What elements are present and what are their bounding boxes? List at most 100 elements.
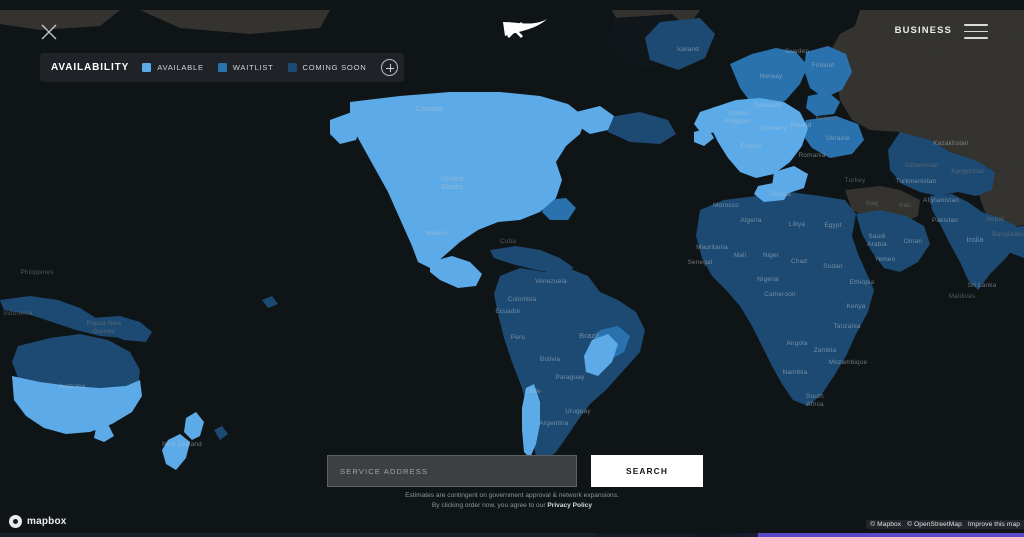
page-scrollbar[interactable]	[0, 533, 1024, 537]
legend-item-coming-soon[interactable]: COMING SOON	[287, 63, 367, 72]
map-label: Sudan	[823, 263, 843, 270]
map-label: Mozambique	[829, 359, 868, 366]
map-label: Ethiopia	[850, 279, 875, 286]
hamburger-menu-icon[interactable]	[964, 24, 988, 40]
map-label: Venezuela	[535, 278, 567, 285]
legend-label-available: AVAILABLE	[157, 63, 204, 72]
map-label: New Zealand	[162, 441, 202, 448]
map-label: Angola	[786, 340, 807, 347]
starlink-availability-map-page: Philippines Indonesia Papua New Guinea Austr…	[0, 0, 1024, 537]
map-label: Zambia	[814, 347, 837, 354]
map-label: Romania	[799, 152, 826, 159]
availability-legend: AVAILABILITY AVAILABLE WAITLIST COMING S…	[40, 53, 405, 82]
map-label: South Africa	[806, 393, 824, 408]
map-label: Egypt	[824, 222, 841, 229]
map-label: Peru	[511, 334, 526, 341]
map-label: Paraguay	[556, 374, 586, 381]
map-label: Indonesia	[3, 310, 33, 317]
map-label: Tanzania	[833, 323, 860, 330]
legend-title: AVAILABILITY	[51, 62, 130, 73]
map-label: Colombia	[508, 296, 537, 303]
map-label: Afghanistan	[923, 197, 959, 204]
legend-item-available[interactable]: AVAILABLE	[142, 63, 204, 72]
map-label: Chile	[525, 388, 541, 395]
map-label: Algeria	[740, 217, 762, 224]
mapbox-wordmark: mapbox	[27, 516, 67, 527]
map-label: Kazakhstan	[933, 140, 969, 147]
map-label: Saudi Arabia	[867, 233, 887, 248]
map-label: Chad	[791, 258, 807, 265]
close-icon[interactable]	[38, 21, 60, 43]
privacy-policy-link[interactable]: Privacy Policy	[547, 502, 592, 509]
map-label: Iceland	[677, 46, 699, 53]
map-label: Uzbekistan	[905, 162, 939, 169]
fineprint-prefix: By clicking order now, you agree to our	[431, 502, 548, 509]
map-label: Ukraine	[826, 135, 850, 142]
map-label: Namibia	[783, 369, 808, 376]
map-label: Iran	[899, 202, 911, 209]
map-label: Turkey	[845, 177, 866, 184]
map-label: Bolivia	[540, 356, 560, 363]
map-label: Cameroon	[764, 291, 796, 298]
map-label: Mali	[734, 252, 747, 259]
attribution-mapbox[interactable]: © Mapbox	[870, 521, 901, 528]
fineprint-line-2: By clicking order now, you agree to our …	[0, 501, 1024, 511]
legend-item-waitlist[interactable]: WAITLIST	[217, 63, 274, 72]
fineprint-line-1: Estimates are contingent on government a…	[405, 492, 619, 499]
map-label: Iraq	[866, 200, 878, 207]
map-label: Nepal	[986, 216, 1004, 223]
legend-swatch-waitlist	[217, 63, 227, 72]
map-label: Tunisia	[769, 191, 791, 198]
search-bar: SEARCH	[327, 455, 703, 487]
plus-icon[interactable]	[381, 59, 399, 76]
map-attribution: © Mapbox © OpenStreetMap Improve this ma…	[866, 520, 1024, 529]
map-label: Kyrgyzstan	[951, 168, 985, 175]
fineprint-text: Estimates are contingent on government a…	[0, 491, 1024, 511]
map-label: Sweden	[785, 48, 810, 55]
starlink-logo	[495, 16, 555, 42]
map-label: Belarus	[815, 115, 838, 122]
scrollbar-thumb[interactable]	[757, 533, 1024, 537]
attribution-improve-map[interactable]: Improve this map	[968, 521, 1020, 528]
map-label: Finland	[812, 62, 835, 69]
map-label: Turkmenistan	[896, 178, 937, 185]
map-label: Cuba	[500, 238, 516, 245]
map-label: Germany	[759, 125, 787, 132]
legend-swatch-available	[142, 63, 152, 72]
map-label: Senegal	[688, 259, 713, 266]
map-label: Bangladesh	[992, 231, 1024, 238]
map-label: Poland	[790, 122, 811, 129]
map-label: Argentina	[539, 420, 568, 427]
search-input[interactable]	[327, 455, 577, 487]
map-label: Sri Lanka	[968, 282, 997, 289]
hamburger-line	[964, 30, 988, 33]
map-label: Denmark	[754, 102, 782, 109]
map-label: Yemen	[875, 256, 896, 263]
map-label: Mauritania	[696, 244, 728, 251]
map-label: France	[740, 143, 761, 150]
business-link[interactable]: BUSINESS	[895, 25, 952, 36]
map-label: Uruguay	[565, 408, 591, 415]
map-label: Brazil	[579, 331, 599, 340]
hamburger-line	[964, 37, 988, 39]
map-label: Norway	[760, 73, 783, 80]
map-label: Australia	[59, 383, 86, 390]
map-label: Pakistan	[932, 217, 958, 224]
map-label: Philippines	[20, 269, 53, 276]
mapbox-logo[interactable]: mapbox	[9, 515, 67, 528]
legend-swatch-coming-soon	[287, 63, 297, 72]
map-label: Ecuador	[495, 308, 521, 315]
search-button[interactable]: SEARCH	[591, 455, 703, 487]
map-label: Libya	[789, 221, 806, 228]
map-label: Mexico	[426, 230, 448, 237]
attribution-osm[interactable]: © OpenStreetMap	[907, 521, 962, 528]
legend-label-waitlist: WAITLIST	[232, 63, 274, 72]
hamburger-line	[964, 24, 988, 26]
map-label: Kenya	[846, 303, 865, 310]
mapbox-mark-icon	[9, 515, 22, 528]
map-label: United States	[441, 174, 464, 191]
map-label: India	[966, 235, 984, 244]
map-label: Nigeria	[757, 276, 779, 283]
map-label: Niger	[763, 252, 780, 259]
map-label: Morocco	[713, 202, 739, 209]
